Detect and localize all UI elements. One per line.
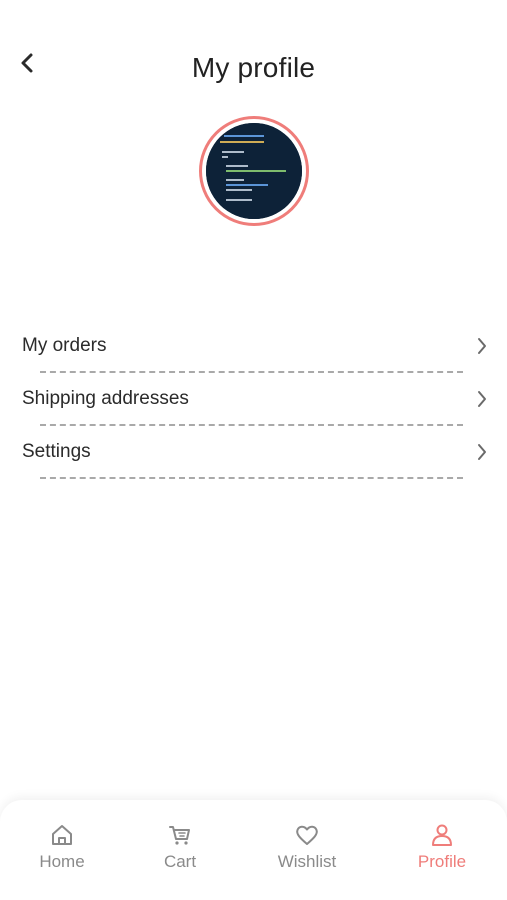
menu-item-label: Shipping addresses: [22, 388, 189, 409]
menu-item-settings[interactable]: Settings: [0, 426, 507, 479]
tab-label: Wishlist: [277, 852, 337, 871]
tab-profile[interactable]: Profile: [392, 822, 492, 882]
chevron-right-icon: [478, 391, 486, 407]
avatar-image: [206, 123, 302, 219]
menu-item-label: My orders: [22, 335, 107, 356]
tab-cart[interactable]: Cart: [130, 822, 230, 882]
profile-menu: My orders Shipping addresses Settings: [0, 320, 507, 479]
header: My profile: [0, 40, 507, 96]
page-title: My profile: [191, 52, 316, 83]
menu-item-shipping-addresses[interactable]: Shipping addresses: [0, 373, 507, 426]
user-icon: [432, 824, 452, 846]
cart-icon: [169, 826, 190, 845]
tab-label: Home: [39, 852, 85, 871]
bottom-tab-bar: Home Cart Wishlist Profile: [0, 800, 507, 900]
tab-home[interactable]: Home: [12, 822, 112, 882]
heart-icon: [296, 825, 318, 845]
chevron-right-icon: [478, 444, 486, 460]
menu-item-my-orders[interactable]: My orders: [0, 320, 507, 373]
avatar[interactable]: [199, 116, 309, 226]
home-icon: [52, 825, 72, 845]
tab-wishlist[interactable]: Wishlist: [257, 822, 357, 882]
dashed-divider: [40, 477, 463, 479]
menu-item-label: Settings: [22, 441, 91, 462]
tab-label: Cart: [163, 852, 197, 871]
chevron-right-icon: [478, 338, 486, 354]
tab-label: Profile: [417, 852, 467, 871]
